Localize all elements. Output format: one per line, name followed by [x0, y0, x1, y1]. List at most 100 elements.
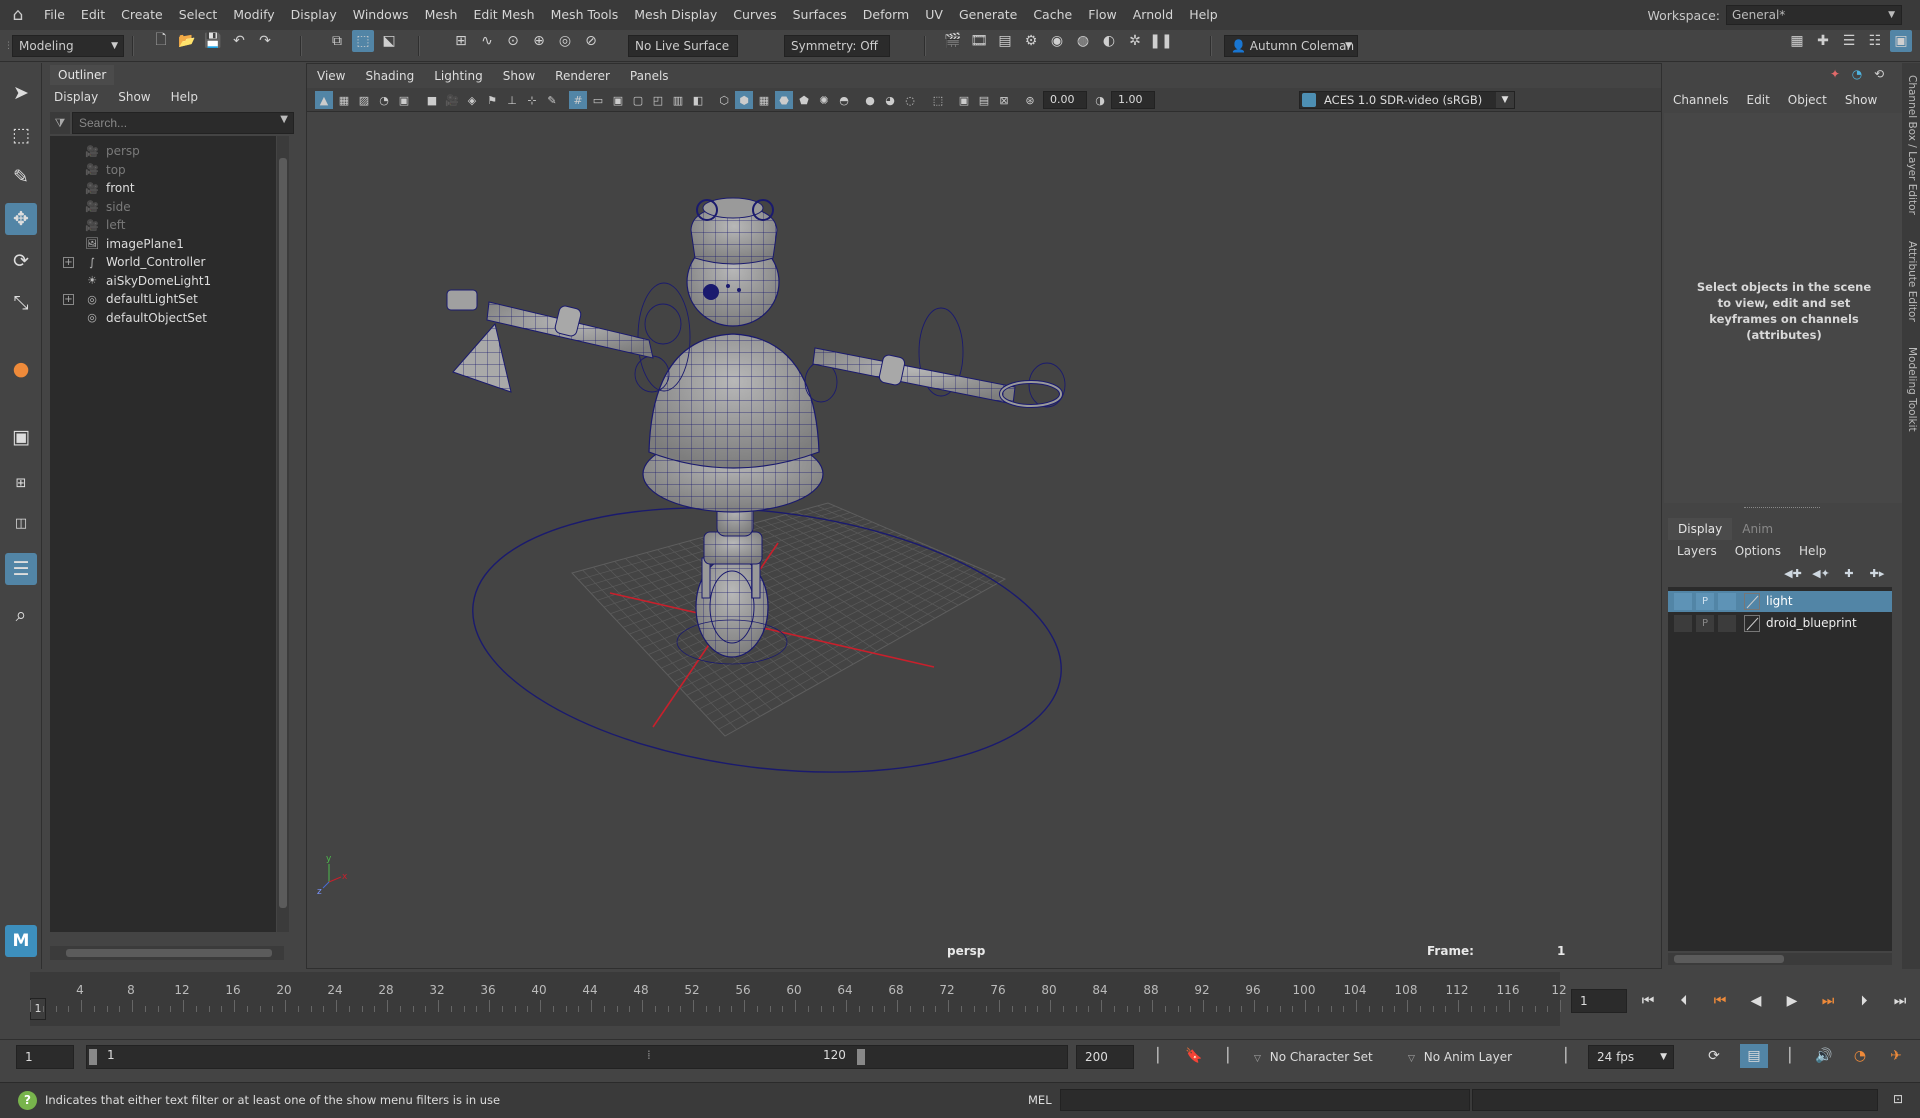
layer-playback-toggle[interactable]: P — [1696, 615, 1714, 632]
command-language-toggle[interactable]: MEL — [1028, 1093, 1052, 1107]
outliner-menu-show[interactable]: Show — [108, 87, 160, 107]
render-settings-icon[interactable]: ⚙ — [1020, 30, 1042, 52]
snap-curve-icon[interactable]: ∿ — [476, 30, 498, 52]
toggle-channel-box-icon[interactable]: ▣ — [1890, 30, 1912, 52]
select-hierarchy-icon[interactable]: ⧉ — [326, 30, 348, 52]
render-frame-icon[interactable]: 🎬 — [942, 30, 964, 52]
layer-list-scrollbar[interactable] — [1668, 953, 1892, 965]
anim-layer-dropdown[interactable]: ▽ No Anim Layer — [1408, 1047, 1512, 1067]
hypershade-icon[interactable]: ◉ — [1046, 30, 1068, 52]
exposure-icon[interactable]: ⊛ — [1021, 91, 1039, 109]
layer-menu-layers[interactable]: Layers — [1668, 540, 1726, 562]
motion-blur-icon[interactable]: ● — [861, 91, 879, 109]
toggle-layer-editor-icon[interactable]: ☷ — [1864, 30, 1886, 52]
menu-uv[interactable]: UV — [917, 0, 951, 30]
outliner-item-defaultobjectset[interactable]: ◎ defaultObjectSet — [50, 307, 276, 329]
sound-icon[interactable]: 🔊 — [1810, 1044, 1838, 1068]
viewport-menu-lighting[interactable]: Lighting — [424, 64, 493, 88]
arnold-ipr-icon[interactable]: ◐ — [1098, 30, 1120, 52]
viewport-menu-show[interactable]: Show — [493, 64, 545, 88]
lock-camera-icon[interactable]: ◈ — [463, 91, 481, 109]
workspace-dropdown[interactable]: General* — [1726, 5, 1902, 25]
go-to-start-icon[interactable]: ⏮ — [1634, 989, 1662, 1013]
toggle-tool-settings-icon[interactable]: ☰ — [1838, 30, 1860, 52]
auto-keyframe-icon[interactable]: 🔖 — [1180, 1044, 1208, 1068]
help-icon[interactable]: ? — [18, 1091, 37, 1110]
step-back-key-icon[interactable]: ⏮ — [1706, 989, 1734, 1013]
viewport-menu-view[interactable]: View — [307, 64, 355, 88]
expand-icon[interactable]: + — [63, 293, 74, 305]
play-forwards-icon[interactable]: ▶ — [1778, 989, 1806, 1013]
layer-color-swatch[interactable] — [1744, 615, 1760, 632]
script-editor-icon[interactable]: ⊡ — [1884, 1087, 1912, 1111]
search-icon[interactable]: ⌕ — [5, 599, 37, 631]
lasso-tool-icon[interactable]: ⬚ — [5, 119, 37, 151]
outliner-vertical-scrollbar[interactable] — [277, 136, 289, 932]
channel-box-menu-edit[interactable]: Edit — [1738, 89, 1779, 111]
new-layer-selected-icon[interactable]: ✚▸ — [1866, 564, 1888, 584]
toggle-attribute-editor-icon[interactable]: ✚ — [1812, 30, 1834, 52]
outliner-search-input[interactable] — [72, 112, 294, 134]
scale-tool-icon[interactable]: ⤡ — [5, 287, 37, 319]
menu-display[interactable]: Display — [283, 0, 345, 30]
menu-mesh[interactable]: Mesh — [417, 0, 466, 30]
pause-icon[interactable]: ❚❚ — [1149, 30, 1172, 52]
layer-display-type-toggle[interactable] — [1718, 593, 1736, 610]
toolbar-grip[interactable]: ⋮ — [4, 36, 13, 56]
speed-icon[interactable]: ◔ — [1846, 63, 1868, 85]
layer-row-droid-blueprint[interactable]: Pdroid_blueprint — [1668, 613, 1892, 634]
menu-flow[interactable]: Flow — [1080, 0, 1125, 30]
time-slider-track[interactable]: 1 4 8 12 16 20 24 28 32 36 40 44 48 52 56 60 64 68 72 76 80… — [30, 972, 1567, 1026]
robot-model[interactable] — [446, 197, 1066, 665]
snap-projected-icon[interactable]: ⊕ — [528, 30, 550, 52]
anti-aliasing-icon[interactable]: ◕ — [881, 91, 899, 109]
user-account-button[interactable]: 👤 Autumn Coleman ▼ — [1224, 35, 1358, 57]
menu-mesh-display[interactable]: Mesh Display — [626, 0, 725, 30]
step-forward-key-icon[interactable]: ⏭ — [1814, 989, 1842, 1013]
menu-help[interactable]: Help — [1181, 0, 1226, 30]
viewport-menu-renderer[interactable]: Renderer — [545, 64, 620, 88]
two-view-layout-icon[interactable]: ◫ — [5, 507, 37, 539]
layer-visibility-toggle[interactable] — [1674, 593, 1692, 610]
safe-action-icon[interactable]: ▭ — [589, 91, 607, 109]
menu-arnold[interactable]: Arnold — [1125, 0, 1181, 30]
wireframe-icon[interactable]: ▢ — [629, 91, 647, 109]
command-line-input[interactable] — [1060, 1089, 1470, 1111]
scene-view[interactable]: y x z — [307, 112, 1661, 966]
tab-attribute-editor[interactable]: Attribute Editor — [1904, 241, 1918, 322]
channel-box-menu-show[interactable]: Show — [1836, 89, 1886, 111]
move-layer-down-icon[interactable]: ◀✦ — [1810, 564, 1832, 584]
hyper-icon[interactable]: ⟲ — [1868, 63, 1890, 85]
menu-deform[interactable]: Deform — [855, 0, 917, 30]
move-layer-up-icon[interactable]: ◀✚ — [1782, 564, 1804, 584]
menu-create[interactable]: Create — [113, 0, 171, 30]
camera-icon[interactable]: 🎥 — [443, 91, 461, 109]
film-gate-icon[interactable]: ⚑ — [483, 91, 501, 109]
arnold-render-icon[interactable]: ◍ — [1072, 30, 1094, 52]
resolution-gate-icon[interactable]: ⊥ — [503, 91, 521, 109]
select-tool-icon[interactable]: ➤ — [5, 77, 37, 109]
depth-of-field-icon[interactable]: ◌ — [901, 91, 919, 109]
snap-live-icon[interactable]: ⊘ — [580, 30, 602, 52]
menu-select[interactable]: Select — [171, 0, 226, 30]
menu-windows[interactable]: Windows — [345, 0, 417, 30]
xray-active-icon[interactable]: ▣ — [955, 91, 973, 109]
field-chart-icon[interactable]: ✎ — [543, 91, 561, 109]
tab-channel-box[interactable]: Channel Box / Layer Editor — [1904, 75, 1918, 215]
wireframe-on-shaded-icon[interactable]: ⬡ — [715, 91, 733, 109]
animation-start-field[interactable]: 1 — [16, 1045, 74, 1069]
menu-surfaces[interactable]: Surfaces — [785, 0, 855, 30]
outliner-menu-display[interactable]: Display — [44, 87, 108, 107]
image-plane-toggle-icon[interactable]: ◔ — [375, 91, 393, 109]
playback-prefs-icon[interactable]: ✈ — [1882, 1044, 1910, 1068]
animation-prefs-icon[interactable]: ◔ — [1846, 1044, 1874, 1068]
gate-mask-icon[interactable]: ⊹ — [523, 91, 541, 109]
gamma-icon[interactable]: ◑ — [1091, 91, 1109, 109]
tab-display[interactable]: Display — [1668, 518, 1733, 540]
tab-modeling-toolkit[interactable]: Modeling Toolkit — [1904, 347, 1918, 432]
undo-icon[interactable]: ↶ — [228, 30, 250, 52]
menu-mesh-tools[interactable]: Mesh Tools — [543, 0, 627, 30]
maya-logo-icon[interactable]: M — [5, 925, 37, 957]
layer-visibility-toggle[interactable] — [1674, 615, 1692, 632]
menu-edit[interactable]: Edit — [73, 0, 113, 30]
